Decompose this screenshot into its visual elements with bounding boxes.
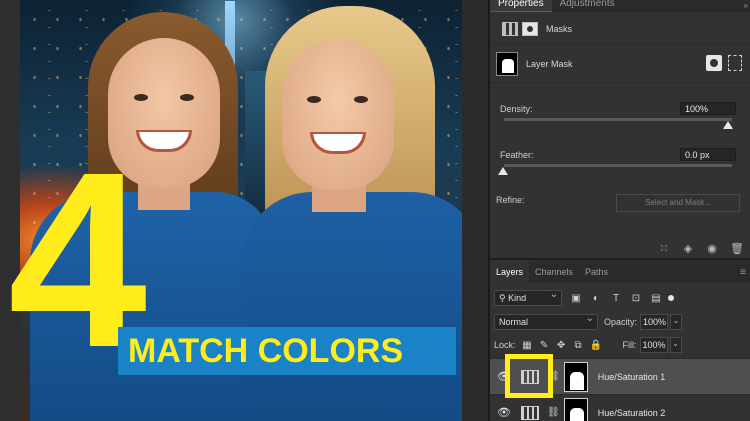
masks-label: Masks xyxy=(546,23,573,34)
blue-tshirt xyxy=(242,192,462,421)
filter-kind-select[interactable]: ⚲ Kind xyxy=(494,288,562,306)
layer-filter-row: ⚲ Kind ▣ ◐ T ⊡ ▤ xyxy=(490,288,750,308)
opacity-field[interactable]: 100% xyxy=(640,314,669,330)
fill-field[interactable]: 100% xyxy=(639,337,668,353)
chain-link-icon[interactable]: ⛓ xyxy=(547,407,560,418)
filter-toggle-icon[interactable] xyxy=(668,295,674,301)
delete-icon[interactable]: 🗑 xyxy=(730,242,744,255)
collapse-chevron-icon[interactable]: » xyxy=(744,1,748,10)
tab-paths[interactable]: Paths xyxy=(579,261,614,283)
lock-artboard-icon[interactable]: ⧉ xyxy=(573,340,584,351)
image-filter-icon[interactable]: ▣ xyxy=(570,293,582,304)
eye-icon[interactable]: 👁 xyxy=(497,406,511,419)
properties-footer: ⁙ ◈ ◉ 🗑 xyxy=(490,238,750,260)
lock-row: Lock: ▦ ✎ ✥ ⧉ 🔒 Fill: 100% ⌄ xyxy=(490,336,750,354)
blend-row: Normal Opacity: 100% ⌄ xyxy=(490,312,750,331)
eye xyxy=(180,94,194,101)
density-slider-track[interactable] xyxy=(504,118,732,121)
headline-text: MATCH COLORS xyxy=(128,332,404,370)
layer-mask-row: Layer Mask xyxy=(490,45,750,83)
feather-slider-track[interactable] xyxy=(504,164,732,167)
clip-to-layer-icon[interactable]: ◈ xyxy=(682,242,694,255)
face xyxy=(282,40,394,190)
layer-name[interactable]: Hue/Saturation 1 xyxy=(598,372,666,382)
layers-tabbar: Layers Channels Paths ≡ xyxy=(490,261,750,283)
tab-adjustments[interactable]: Adjustments xyxy=(552,0,623,12)
tab-layers[interactable]: Layers xyxy=(490,261,530,283)
search-icon: ⚲ xyxy=(499,293,506,303)
lock-position-icon[interactable]: ✥ xyxy=(556,340,567,351)
hue-saturation-adjustment-icon[interactable] xyxy=(521,405,539,420)
layer-mask-icon[interactable] xyxy=(522,21,538,36)
highlight-box xyxy=(505,354,553,398)
density-field[interactable]: 100% xyxy=(680,102,736,115)
layer-row[interactable]: 👁 ⛓ Hue/Saturation 2 xyxy=(490,394,750,421)
smart-object-filter-icon[interactable]: ▤ xyxy=(650,293,662,304)
opacity-label: Opacity: xyxy=(604,317,638,327)
type-filter-icon[interactable]: T xyxy=(610,293,622,304)
panel-menu-icon[interactable]: ≡ xyxy=(740,267,746,278)
tab-channels[interactable]: Channels xyxy=(529,261,579,283)
properties-tabbar: Properties Adjustments » xyxy=(490,0,750,12)
density-label: Density: xyxy=(500,104,533,114)
mask-thumbnail xyxy=(496,51,518,76)
tab-properties[interactable]: Properties xyxy=(490,0,552,12)
lock-pixels-icon[interactable]: ✎ xyxy=(539,340,550,351)
add-vector-mask-icon[interactable] xyxy=(728,55,742,71)
filter-kind-value: Kind xyxy=(508,293,527,303)
document-canvas[interactable]: 4 MATCH COLORS xyxy=(0,0,488,421)
feather-field[interactable]: 0.0 px xyxy=(680,148,736,161)
pixel-mask-icon[interactable] xyxy=(502,21,518,36)
blend-mode-select[interactable]: Normal xyxy=(494,312,598,330)
lock-transparent-icon[interactable]: ▦ xyxy=(522,340,533,351)
density-slider-thumb[interactable] xyxy=(723,121,733,129)
lock-label: Lock: xyxy=(494,340,516,350)
layer-name[interactable]: Hue/Saturation 2 xyxy=(598,408,666,418)
refine-label: Refine: xyxy=(496,195,525,205)
lock-all-icon[interactable]: 🔒 xyxy=(590,340,602,351)
feather-slider-thumb[interactable] xyxy=(498,167,508,175)
shape-filter-icon[interactable]: ⊡ xyxy=(630,293,642,304)
layer-mask-thumbnail[interactable] xyxy=(563,361,588,392)
add-pixel-mask-icon[interactable] xyxy=(706,55,722,71)
feather-label: Feather: xyxy=(500,150,534,160)
masks-header: Masks xyxy=(490,14,750,44)
eye xyxy=(354,96,368,103)
layer-mask-label: Layer Mask xyxy=(526,58,573,69)
eye xyxy=(134,94,148,101)
select-and-mask-button[interactable]: Select and Mask... xyxy=(616,194,740,212)
fill-label: Fill: xyxy=(622,340,637,350)
mask-selection-icon[interactable]: ⁙ xyxy=(658,242,670,255)
layer-mask-thumbnail[interactable] xyxy=(563,397,588,421)
visibility-icon[interactable]: ◉ xyxy=(706,242,718,255)
adjustment-filter-icon[interactable]: ◐ xyxy=(590,293,602,304)
eye xyxy=(307,96,321,103)
fill-chevron-icon[interactable]: ⌄ xyxy=(669,337,682,353)
opacity-chevron-icon[interactable]: ⌄ xyxy=(670,314,683,330)
